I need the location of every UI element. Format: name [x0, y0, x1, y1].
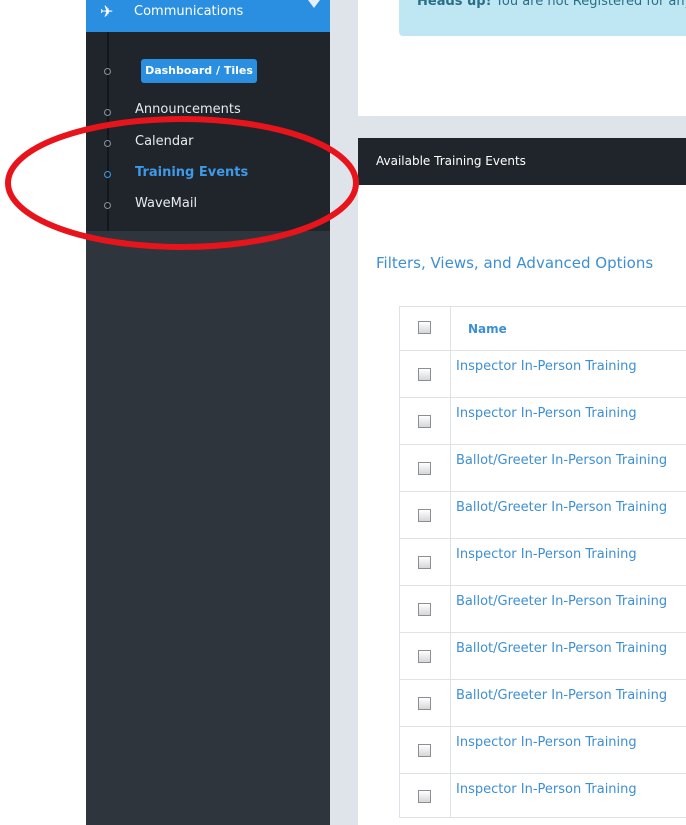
table-row: Ballot/Greeter In-Person Training: [400, 679, 686, 726]
bullet-icon: [104, 68, 111, 75]
row-checkbox[interactable]: [418, 462, 431, 475]
event-name-link[interactable]: Inspector In-Person Training: [456, 546, 637, 564]
event-name-link[interactable]: Inspector In-Person Training: [456, 358, 637, 376]
alert-banner: Heads up! You are not Registered for any: [399, 0, 686, 36]
row-checkbox[interactable]: [418, 368, 431, 381]
row-checkbox[interactable]: [418, 650, 431, 663]
row-checkbox[interactable]: [418, 509, 431, 522]
alert-text: You are not Registered for any: [495, 0, 686, 9]
table-row: Ballot/Greeter In-Person Training: [400, 444, 686, 491]
content-gutter: [330, 0, 358, 825]
event-name-link[interactable]: Ballot/Greeter In-Person Training: [456, 593, 667, 611]
table-row: Inspector In-Person Training: [400, 773, 686, 818]
chevron-down-icon: [308, 0, 320, 8]
panel-header: Available Training Events: [358, 138, 686, 185]
select-all-checkbox[interactable]: [418, 321, 431, 334]
bullet-icon: [104, 171, 111, 178]
training-events-table: Name Inspector In-Person Training Inspec…: [399, 306, 686, 818]
table-row: Ballot/Greeter In-Person Training: [400, 632, 686, 679]
bullet-icon: [104, 140, 111, 147]
sidebar-item-calendar[interactable]: Calendar: [135, 133, 193, 151]
dashboard-tiles-button[interactable]: Dashboard / Tiles: [141, 59, 257, 83]
panel-title: Available Training Events: [376, 154, 526, 168]
sidebar-item-announcements[interactable]: Announcements: [135, 101, 241, 119]
sidebar-item-training-events[interactable]: Training Events: [135, 164, 248, 182]
table-row: Ballot/Greeter In-Person Training: [400, 491, 686, 538]
column-header-name[interactable]: Name: [468, 322, 507, 336]
row-checkbox[interactable]: [418, 697, 431, 710]
sidebar-background: [86, 231, 330, 825]
event-name-link[interactable]: Ballot/Greeter In-Person Training: [456, 640, 667, 658]
paper-plane-icon: ✈: [100, 2, 114, 21]
bullet-icon: [104, 109, 111, 116]
event-name-link[interactable]: Ballot/Greeter In-Person Training: [456, 499, 667, 517]
sidebar-section-label: Communications: [134, 4, 244, 19]
bullet-icon: [104, 202, 111, 209]
sidebar-item-wavemail[interactable]: WaveMail: [135, 195, 197, 213]
row-checkbox[interactable]: [418, 415, 431, 428]
row-checkbox[interactable]: [418, 556, 431, 569]
event-name-link[interactable]: Inspector In-Person Training: [456, 734, 637, 752]
table-header-row: Name: [400, 307, 686, 350]
row-checkbox[interactable]: [418, 790, 431, 803]
event-name-link[interactable]: Inspector In-Person Training: [456, 405, 637, 423]
section-separator: [358, 116, 686, 138]
sidebar-section-communications[interactable]: ✈ Communications: [86, 0, 330, 32]
table-row: Inspector In-Person Training: [400, 538, 686, 585]
table-row: Inspector In-Person Training: [400, 350, 686, 397]
event-name-link[interactable]: Ballot/Greeter In-Person Training: [456, 687, 667, 705]
event-name-link[interactable]: Ballot/Greeter In-Person Training: [456, 452, 667, 470]
row-checkbox[interactable]: [418, 744, 431, 757]
table-row: Inspector In-Person Training: [400, 726, 686, 773]
alert-heading: Heads up!: [417, 0, 492, 9]
row-checkbox[interactable]: [418, 603, 431, 616]
filters-views-link[interactable]: Filters, Views, and Advanced Options: [376, 253, 653, 273]
table-row: Ballot/Greeter In-Person Training: [400, 585, 686, 632]
event-name-link[interactable]: Inspector In-Person Training: [456, 781, 637, 799]
table-row: Inspector In-Person Training: [400, 397, 686, 444]
